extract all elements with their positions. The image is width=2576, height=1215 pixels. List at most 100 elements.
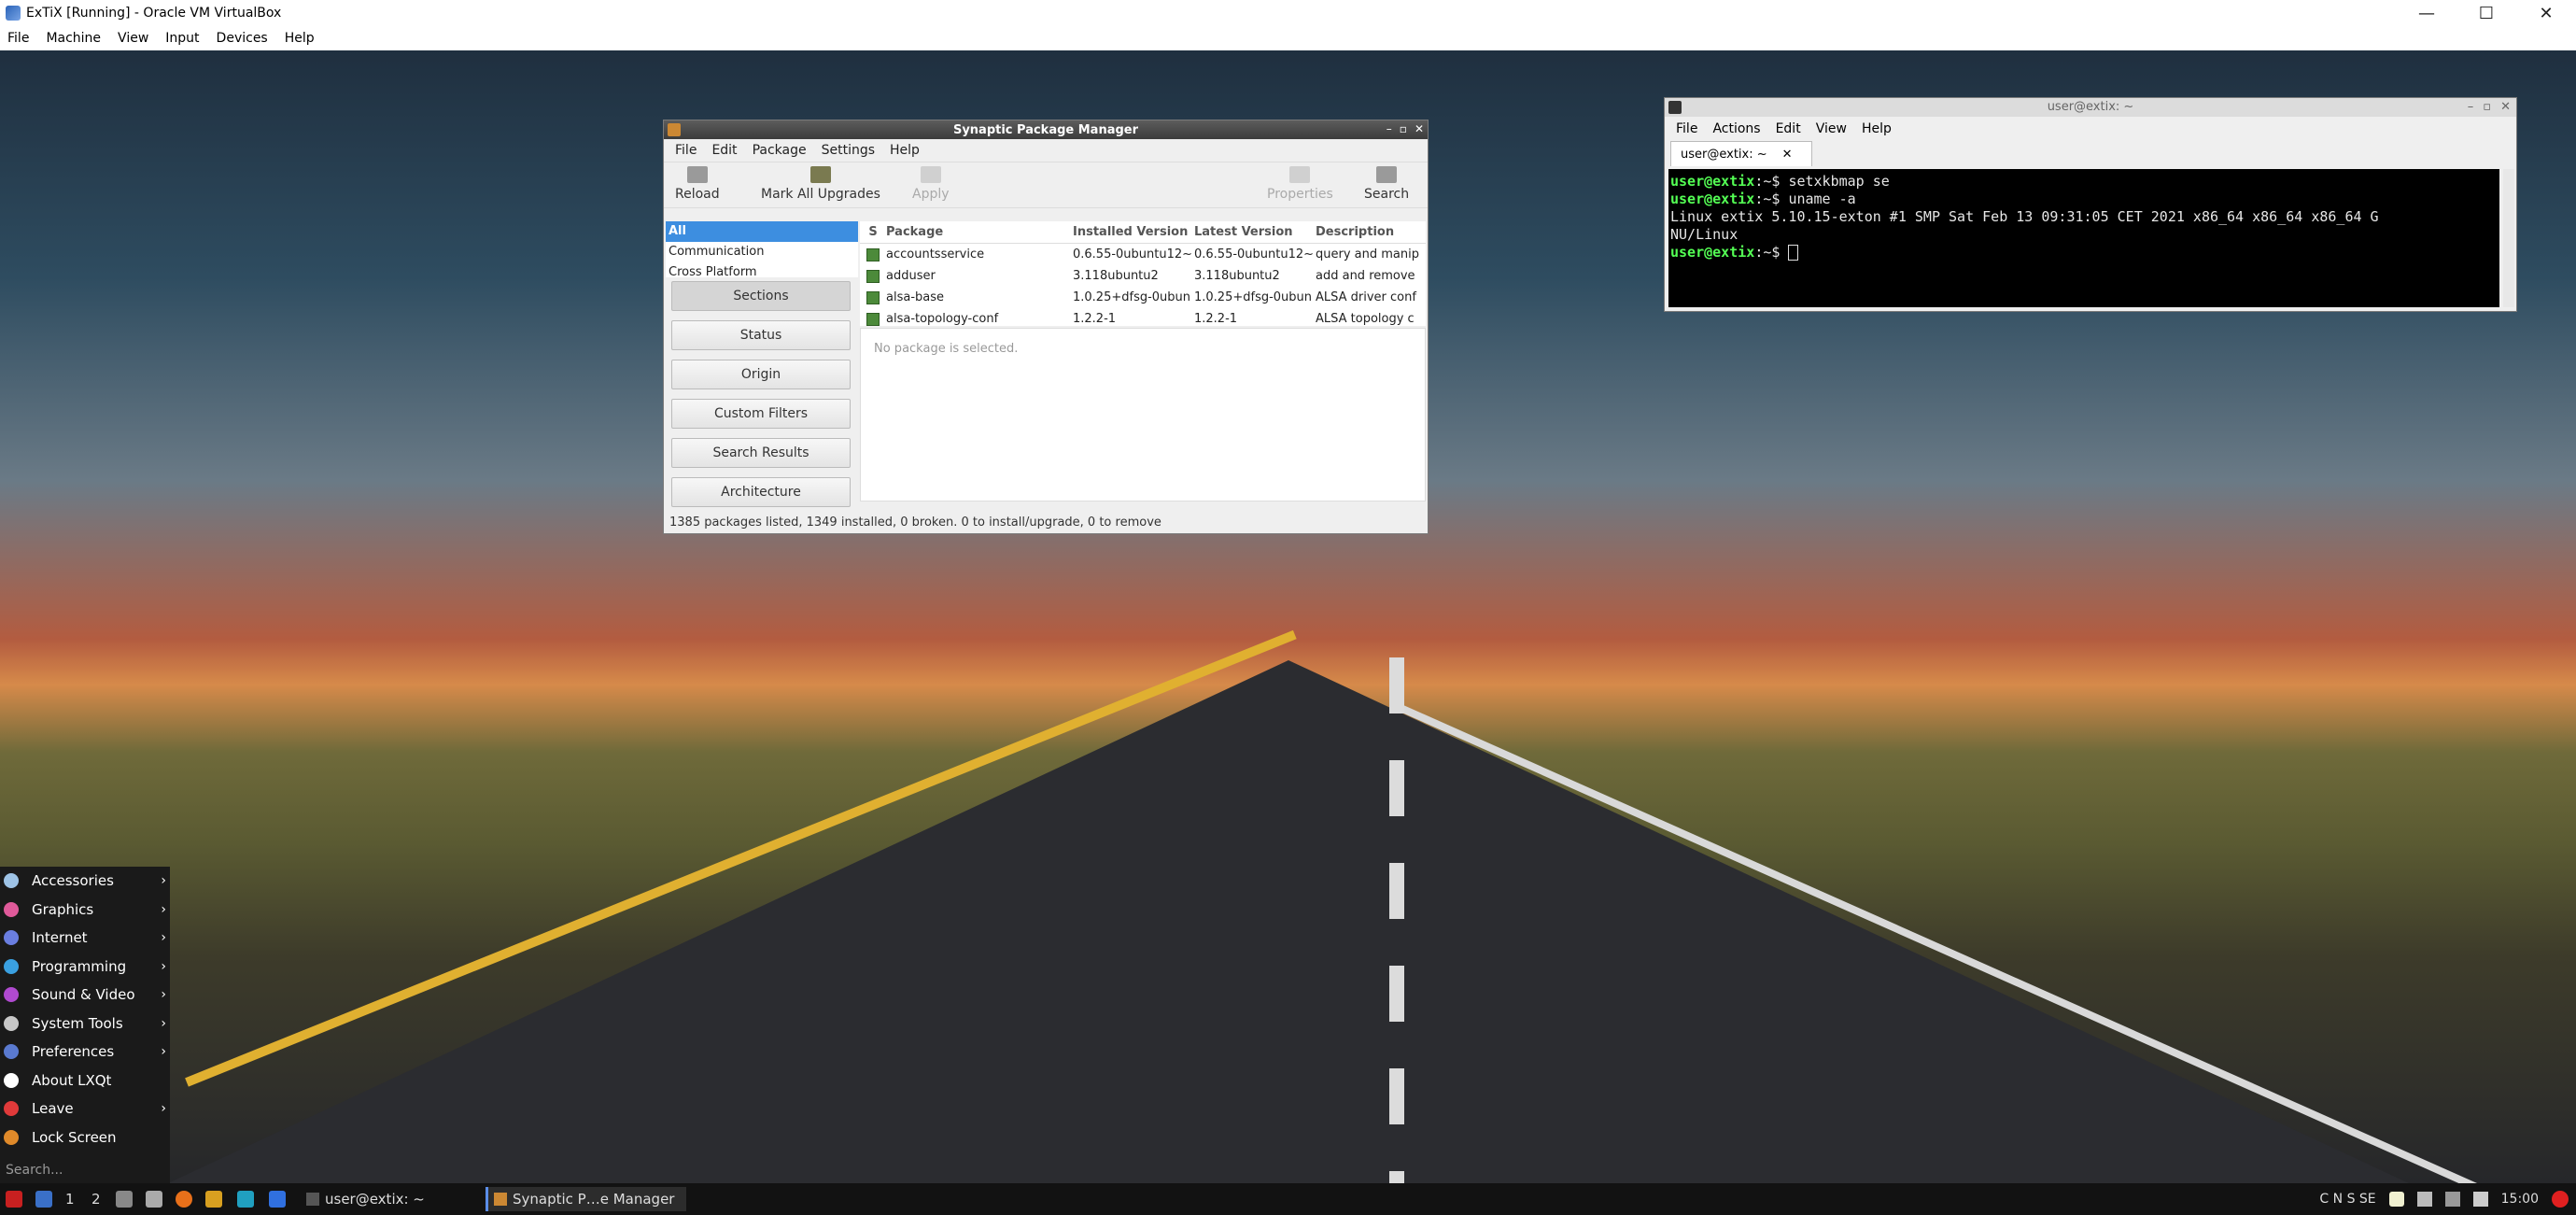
table-row[interactable]: accountsservice 0.6.55-0ubuntu12~ 0.6.55… — [860, 244, 1426, 265]
file-manager-icon[interactable] — [116, 1191, 133, 1208]
architecture-button[interactable]: Architecture — [671, 477, 851, 507]
synaptic-close-button[interactable]: ✕ — [1415, 122, 1424, 135]
show-desktop-icon[interactable] — [35, 1191, 52, 1208]
reload-button[interactable]: Reload — [675, 166, 720, 202]
search-label: Search — [1364, 187, 1410, 202]
submenu-arrow-icon: › — [161, 1044, 166, 1060]
app-launcher-icon[interactable] — [237, 1191, 254, 1208]
desktop-switch-1[interactable]: 1 — [60, 1187, 80, 1211]
installed-status-icon[interactable] — [866, 290, 880, 304]
vb-menu-file[interactable]: File — [0, 31, 38, 46]
close-button[interactable]: ✕ — [2516, 0, 2576, 26]
latest-version: 3.118ubuntu2 — [1194, 269, 1280, 283]
maximize-button[interactable]: ☐ — [2456, 0, 2516, 26]
synaptic-minimize-button[interactable]: – — [1387, 122, 1392, 135]
menu-item-preferences[interactable]: Preferences › — [0, 1038, 170, 1067]
synaptic-menu-package[interactable]: Package — [745, 143, 814, 158]
mark-all-upgrades-button[interactable]: Mark All Upgrades — [761, 166, 880, 202]
installed-status-icon[interactable] — [866, 269, 880, 283]
terminal-titlebar[interactable]: user@extix: ~ – ▫ ✕ — [1665, 98, 2516, 117]
table-row[interactable]: adduser 3.118ubuntu2 3.118ubuntu2 add an… — [860, 265, 1426, 287]
sections-button[interactable]: Sections — [671, 281, 851, 311]
apply-button[interactable]: Apply — [912, 166, 950, 202]
terminal-menu-actions[interactable]: Actions — [1705, 121, 1767, 136]
menu-item-lock-screen[interactable]: Lock Screen — [0, 1123, 170, 1152]
search-button[interactable]: Search — [1364, 166, 1409, 202]
vb-menu-help[interactable]: Help — [277, 31, 324, 46]
synaptic-menu-file[interactable]: File — [668, 143, 704, 158]
column-latest-version[interactable]: Latest Version — [1194, 225, 1316, 239]
minimize-button[interactable]: — — [2397, 0, 2456, 26]
column-package[interactable]: Package — [886, 225, 1073, 239]
menu-item-label: Lock Screen — [32, 1128, 117, 1146]
menu-item-sound-video[interactable]: Sound & Video › — [0, 981, 170, 1010]
tab-close-icon[interactable]: ✕ — [1782, 148, 1793, 162]
installed-status-icon[interactable] — [866, 247, 880, 261]
installed-status-icon[interactable] — [866, 312, 880, 326]
category-cross-platform[interactable]: Cross Platform — [666, 262, 858, 277]
table-row[interactable]: alsa-base 1.0.25+dfsg-0ubun 1.0.25+dfsg-… — [860, 287, 1426, 308]
taskbar-task-terminal[interactable]: user@extix: ~ — [301, 1187, 480, 1211]
terminal-menu-file[interactable]: File — [1668, 121, 1705, 136]
terminal-menu-help[interactable]: Help — [1854, 121, 1899, 136]
terminal-output[interactable]: user@extix:~$ setxkbmap se user@extix:~$… — [1668, 169, 2499, 307]
search-results-button[interactable]: Search Results — [671, 438, 851, 468]
keyboard-layout-indicator[interactable]: C N S SE — [2319, 1192, 2375, 1207]
vb-menu-devices[interactable]: Devices — [209, 31, 277, 46]
volume-icon[interactable] — [2472, 1192, 2488, 1207]
terminal-line: user@extix:~$ — [1670, 244, 2498, 261]
terminal-menu-edit[interactable]: Edit — [1768, 121, 1809, 136]
synaptic-menu-edit[interactable]: Edit — [704, 143, 744, 158]
network-icon[interactable] — [2444, 1192, 2460, 1207]
shutdown-icon[interactable] — [2552, 1191, 2569, 1208]
apply-label: Apply — [912, 187, 950, 202]
desktop-switch-2[interactable]: 2 — [86, 1187, 106, 1211]
start-menu-icon[interactable] — [6, 1191, 22, 1208]
terminal-scrollbar[interactable] — [2503, 169, 2514, 307]
terminal-menu-view[interactable]: View — [1809, 121, 1854, 136]
menu-item-internet[interactable]: Internet › — [0, 924, 170, 953]
table-row[interactable]: alsa-topology-conf 1.2.2-1 1.2.2-1 ALSA … — [860, 308, 1426, 326]
clock[interactable]: 15:00 — [2501, 1192, 2539, 1207]
column-status[interactable]: S — [860, 225, 886, 239]
status-button[interactable]: Status — [671, 320, 851, 350]
firefox-icon[interactable] — [176, 1191, 192, 1208]
vb-menu-machine[interactable]: Machine — [38, 31, 110, 46]
vb-menu-input[interactable]: Input — [158, 31, 208, 46]
synaptic-menu-settings[interactable]: Settings — [814, 143, 882, 158]
vb-menu-view[interactable]: View — [110, 31, 158, 46]
menu-item-programming[interactable]: Programming › — [0, 953, 170, 982]
menu-item-accessories[interactable]: Accessories › — [0, 867, 170, 896]
latest-version: 1.0.25+dfsg-0ubun — [1194, 290, 1313, 304]
terminal-tab[interactable]: user@extix: ~ ✕ — [1670, 141, 1812, 166]
category-all[interactable]: All — [666, 221, 858, 242]
terminal-maximize-button[interactable]: ▫ — [2483, 98, 2491, 117]
properties-button[interactable]: Properties — [1267, 166, 1333, 202]
installed-version: 1.0.25+dfsg-0ubun — [1073, 290, 1191, 304]
terminal-launcher-icon[interactable] — [146, 1191, 162, 1208]
synaptic-menu-help[interactable]: Help — [882, 143, 927, 158]
menu-item-graphics[interactable]: Graphics › — [0, 896, 170, 925]
synaptic-app-icon — [668, 123, 681, 136]
clipboard-icon[interactable] — [2388, 1192, 2404, 1207]
origin-button[interactable]: Origin — [671, 360, 851, 389]
removable-media-icon[interactable] — [2416, 1192, 2432, 1207]
terminal-close-button[interactable]: ✕ — [2500, 98, 2511, 117]
menu-search-input[interactable]: Search... — [0, 1157, 170, 1183]
column-installed-version[interactable]: Installed Version — [1073, 225, 1194, 239]
column-description[interactable]: Description — [1316, 225, 1426, 239]
vscode-icon[interactable] — [269, 1191, 286, 1208]
synaptic-maximize-button[interactable]: ▫ — [1400, 122, 1407, 135]
programming-icon — [4, 958, 19, 974]
package-details-pane: No package is selected. — [860, 328, 1426, 502]
menu-item-leave[interactable]: Leave › — [0, 1095, 170, 1123]
synaptic-menubar: File Edit Package Settings Help — [664, 139, 1428, 162]
custom-filters-button[interactable]: Custom Filters — [671, 399, 851, 429]
synaptic-titlebar[interactable]: Synaptic Package Manager – ▫ ✕ — [664, 120, 1428, 139]
terminal-minimize-button[interactable]: – — [2468, 98, 2474, 117]
category-communication[interactable]: Communication — [666, 242, 858, 262]
package-installer-icon[interactable] — [205, 1191, 222, 1208]
menu-item-about-lxqt[interactable]: About LXQt — [0, 1067, 170, 1095]
menu-item-system-tools[interactable]: System Tools › — [0, 1010, 170, 1038]
taskbar-task-synaptic[interactable]: Synaptic P…e Manager — [486, 1187, 686, 1211]
